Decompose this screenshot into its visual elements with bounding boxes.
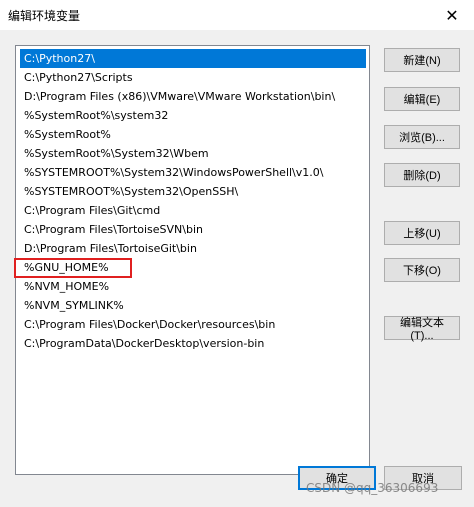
list-item[interactable]: %SYSTEMROOT%\System32\WindowsPowerShell\… [20,163,366,182]
list-item[interactable]: %SYSTEMROOT%\System32\OpenSSH\ [20,182,366,201]
list-item[interactable]: C:\Program Files\Git\cmd [20,201,366,220]
browse-button[interactable]: 浏览(B)... [384,125,460,149]
list-item[interactable]: C:\Python27\Scripts [20,68,366,87]
edit-text-button[interactable]: 编辑文本(T)... [384,316,460,342]
cancel-button[interactable]: 取消 [384,466,462,490]
list-item[interactable]: C:\Python27\ [20,49,366,68]
close-button[interactable]: ✕ [430,0,474,30]
list-item[interactable]: D:\Program Files\TortoiseGit\bin [20,239,366,258]
path-listbox[interactable]: C:\Python27\ C:\Python27\Scripts D:\Progra… [15,45,370,475]
list-item[interactable]: %SystemRoot%\System32\Wbem [20,144,366,163]
list-item[interactable]: C:\Program Files\TortoiseSVN\bin [20,220,366,239]
list-item[interactable]: %GNU_HOME% [20,258,366,277]
new-button[interactable]: 新建(N) [384,48,460,72]
title-bar: 编辑环境变量 ✕ [0,0,474,30]
ok-button[interactable]: 确定 [298,466,376,490]
window-title: 编辑环境变量 [8,9,81,23]
move-up-button[interactable]: 上移(U) [384,221,460,245]
list-item[interactable]: %NVM_SYMLINK% [20,296,366,315]
list-item[interactable]: %SystemRoot% [20,125,366,144]
edit-button[interactable]: 编辑(E) [384,87,460,111]
list-item[interactable]: C:\ProgramData\DockerDesktop\version-bin [20,334,366,353]
list-item[interactable]: %SystemRoot%\system32 [20,106,366,125]
list-item[interactable]: D:\Program Files (x86)\VMware\VMware Wor… [20,87,366,106]
list-item[interactable]: %NVM_HOME% [20,277,366,296]
delete-button[interactable]: 删除(D) [384,163,460,187]
move-down-button[interactable]: 下移(O) [384,258,460,282]
close-icon: ✕ [445,5,459,25]
list-item[interactable]: C:\Program Files\Docker\Docker\resources… [20,315,366,334]
